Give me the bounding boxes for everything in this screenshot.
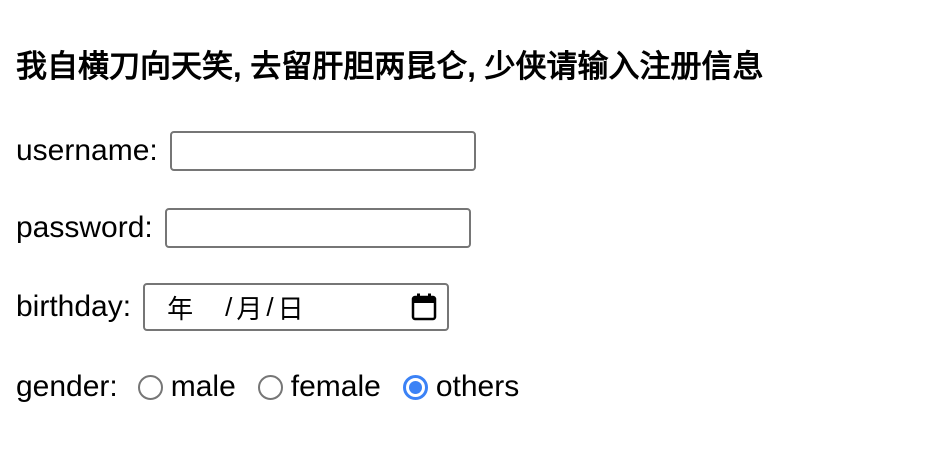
- gender-radio-group: male female others: [137, 370, 541, 404]
- date-year-segment[interactable]: 年: [167, 289, 193, 326]
- birthday-row: birthday: 年 / 月 / 日: [16, 283, 450, 331]
- calendar-icon[interactable]: [411, 293, 437, 321]
- radio-others[interactable]: [402, 374, 428, 400]
- username-input[interactable]: [169, 131, 476, 171]
- date-separator: /: [225, 291, 233, 322]
- page-title: 我自横刀向天笑, 去留肝胆两昆仑, 少侠请输入注册信息: [16, 49, 764, 84]
- password-label: password:: [16, 211, 153, 244]
- gender-option-male[interactable]: male: [137, 370, 236, 404]
- gender-option-female[interactable]: female: [257, 370, 381, 404]
- birthday-date-input[interactable]: 年 / 月 / 日: [143, 283, 450, 331]
- password-row: password:: [16, 204, 471, 252]
- registration-page: 我自横刀向天笑, 去留肝胆两昆仑, 少侠请输入注册信息 username: pa…: [0, 0, 942, 452]
- radio-female[interactable]: [257, 374, 283, 400]
- radio-male[interactable]: [137, 374, 163, 400]
- radio-label-female: female: [290, 370, 381, 403]
- username-row: username:: [16, 127, 476, 175]
- radio-label-others: others: [435, 370, 520, 403]
- date-day-segment[interactable]: 日: [278, 289, 304, 326]
- date-month-segment[interactable]: 月: [236, 289, 262, 326]
- radio-label-male: male: [170, 370, 236, 403]
- password-input[interactable]: [164, 208, 471, 248]
- username-label: username:: [16, 134, 158, 167]
- gender-label: gender:: [16, 370, 118, 403]
- gender-option-others[interactable]: others: [402, 370, 520, 404]
- gender-row: gender: male female others: [16, 363, 541, 411]
- date-separator: /: [266, 291, 274, 322]
- birthday-label: birthday:: [16, 290, 132, 323]
